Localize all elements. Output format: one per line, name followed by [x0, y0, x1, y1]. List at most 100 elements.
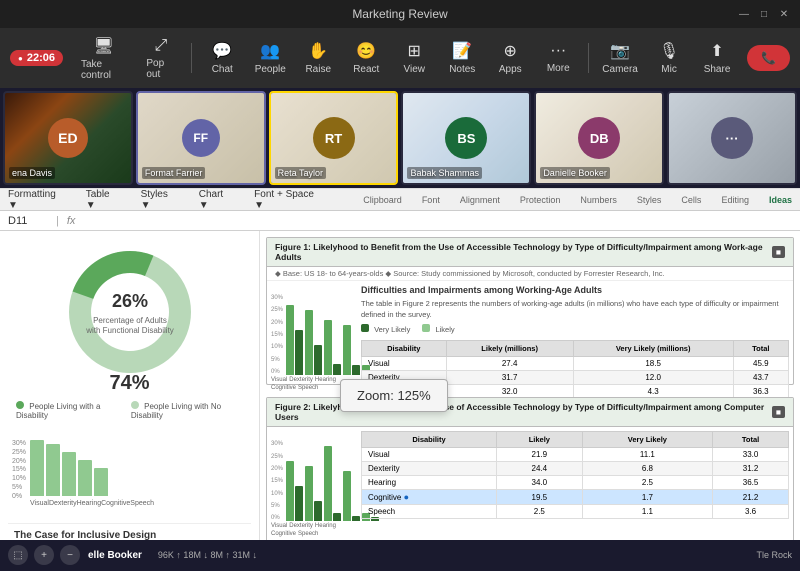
- ribbon-formatting[interactable]: Formatting ▼: [8, 189, 66, 211]
- notes-button[interactable]: 📝 Notes: [440, 37, 484, 79]
- people-button[interactable]: 👥 People: [248, 37, 292, 79]
- chart1-bar1b: [295, 330, 303, 375]
- people-label: People: [255, 64, 286, 75]
- figure2-collapse-btn[interactable]: ■: [772, 406, 785, 418]
- close-icon[interactable]: ✕: [778, 8, 790, 20]
- maximize-icon[interactable]: □: [758, 8, 770, 20]
- donut-chart-container: 26% Percentage of Adults with Functional…: [8, 239, 251, 428]
- ribbon-styles-group: Styles: [637, 195, 662, 205]
- th-disability-2: Disability: [362, 432, 497, 448]
- toolbar-separator-1: [191, 43, 192, 73]
- legend-dot-no-disability: [131, 401, 139, 409]
- notes-label: Notes: [449, 64, 475, 75]
- participant-name-4: Babak Shammas: [407, 167, 482, 179]
- ribbon-chart[interactable]: Chart ▼: [199, 189, 234, 211]
- bar-chart-left: 30%25%20%15%10%5%0% VisualDexterityHeari…: [8, 436, 251, 511]
- bar-visual: [30, 440, 44, 496]
- table-row: Visual21.911.133.0: [362, 448, 789, 462]
- table-row: Hearing34.02.536.5: [362, 476, 789, 490]
- bottom-user-name: elle Booker: [88, 550, 142, 561]
- y-axis-labels: 30%25%20%15%10%5%0%: [12, 440, 26, 500]
- th-total-1: Total: [733, 341, 788, 357]
- th-disability-1: Disability: [362, 341, 447, 357]
- bar-axis-labels: VisualDexterityHearingCognitiveSpeech: [30, 500, 154, 507]
- raise-icon: ✋: [308, 41, 328, 61]
- svg-text:with Functional Disability: with Functional Disability: [85, 326, 174, 335]
- apps-button[interactable]: ⊕ Apps: [488, 37, 532, 79]
- pop-out-icon: ⤢: [154, 37, 167, 55]
- cell-reference[interactable]: D11: [8, 215, 48, 227]
- figure2-chart: 30%25%20%15%10%5%0%: [271, 441, 353, 521]
- participant-tile-3[interactable]: RT Reta Taylor: [269, 91, 399, 185]
- figure1-chart: 30%25%20%15%10%5%0%: [271, 295, 353, 375]
- people-icon: 👥: [260, 41, 280, 61]
- donut-legend: People Living with a Disability People L…: [16, 401, 243, 420]
- participants-strip: ED ena Davis FF Format Farrier RT Reta T…: [0, 88, 800, 188]
- bar-speech: [94, 468, 108, 496]
- ribbon-clipboard: Clipboard: [363, 195, 402, 205]
- view-icon: ⊞: [408, 41, 421, 61]
- pop-out-label: Pop out: [146, 58, 175, 80]
- inclusive-design-heading: The Case for Inclusive Design: [14, 530, 245, 540]
- left-panel: 26% Percentage of Adults with Functional…: [0, 231, 260, 540]
- participant-tile-1[interactable]: ED ena Davis: [3, 91, 133, 185]
- participant-name-2: Format Farrier: [142, 167, 206, 179]
- ribbon-styles[interactable]: Styles ▼: [141, 189, 179, 211]
- legend-dot-disability: [16, 401, 24, 409]
- react-icon: 😊: [356, 41, 376, 61]
- pop-out-button[interactable]: ⤢ Pop out: [138, 33, 183, 84]
- camera-button[interactable]: 📷 Camera: [597, 37, 643, 79]
- more-button[interactable]: ··· More: [536, 38, 580, 78]
- chart2-bar3a: [324, 446, 332, 521]
- table-row: Speech2.51.13.6: [362, 505, 789, 519]
- bottom-ctrl-1[interactable]: ⬚: [8, 545, 28, 565]
- participant-tile-6[interactable]: ···: [667, 91, 797, 185]
- chat-button[interactable]: 💬 Chat: [200, 37, 244, 79]
- participant-name-3: Reta Taylor: [275, 167, 326, 179]
- react-label: React: [353, 64, 379, 75]
- table-row: Visual27.418.545.9: [362, 357, 789, 371]
- figure2-table: Disability Likely Very Likely Total Visu…: [361, 431, 789, 519]
- figure1-header: Figure 1: Likelyhood to Benefit from the…: [267, 238, 793, 267]
- ribbon-table[interactable]: Table ▼: [86, 189, 121, 211]
- th-very-likely-2: Very Likely: [582, 432, 712, 448]
- ribbon-alignment: Alignment: [460, 195, 500, 205]
- mic-label: Mic: [661, 64, 677, 75]
- minimize-icon[interactable]: —: [738, 8, 750, 20]
- participant-name-5: Danielle Booker: [540, 167, 610, 179]
- figure1-collapse-btn[interactable]: ■: [772, 246, 785, 258]
- bottom-controls: ⬚ + −: [8, 545, 80, 565]
- mic-button[interactable]: 🎙 Mic: [647, 37, 691, 79]
- figure1-legend: Very Likely Likely: [361, 324, 789, 334]
- figure1-subtitle: ◆ Base: US 18- to 64-years-olds ◆ Source…: [267, 267, 793, 281]
- ribbon-editing: Editing: [721, 195, 749, 205]
- end-call-button[interactable]: 📞: [747, 45, 790, 71]
- th-likely-1: Likely (millions): [446, 341, 573, 357]
- zoom-tooltip: Zoom: 125%: [340, 379, 448, 412]
- share-button[interactable]: ⬆ Share: [695, 37, 739, 79]
- participant-tile-5[interactable]: DB Danielle Booker: [534, 91, 664, 185]
- chat-icon: 💬: [212, 41, 232, 61]
- svg-text:26%: 26%: [111, 291, 147, 311]
- bottom-stats: 96K ↑ 18M ↓ 8M ↑ 31M ↓: [158, 550, 257, 560]
- bottom-ctrl-2[interactable]: +: [34, 545, 54, 565]
- bottom-ctrl-3[interactable]: −: [60, 545, 80, 565]
- chat-label: Chat: [212, 64, 233, 75]
- chart1-bar4a: [343, 325, 351, 375]
- participant-tile-2[interactable]: FF Format Farrier: [136, 91, 266, 185]
- react-button[interactable]: 😊 React: [344, 37, 388, 79]
- participant-tile-4[interactable]: BS Babak Shammas: [401, 91, 531, 185]
- take-control-button[interactable]: 🖥 Take control: [73, 32, 134, 85]
- window-title: Marketing Review: [352, 7, 447, 21]
- raise-button[interactable]: ✋ Raise: [296, 37, 340, 79]
- view-button[interactable]: ⊞ View: [392, 37, 436, 79]
- right-panel: Figure 1: Likelyhood to Benefit from the…: [260, 231, 800, 540]
- mini-bar-chart: [30, 440, 154, 500]
- chart2-bar2b: [314, 501, 322, 521]
- more-label: More: [547, 63, 570, 74]
- ribbon-font-space[interactable]: Font + Space ▼: [254, 189, 323, 211]
- svg-text:Percentage of Adults: Percentage of Adults: [93, 316, 167, 325]
- share-label: Share: [704, 64, 731, 75]
- zoom-label: Zoom: 125%: [357, 388, 431, 403]
- chart1-bar1a: [286, 305, 294, 375]
